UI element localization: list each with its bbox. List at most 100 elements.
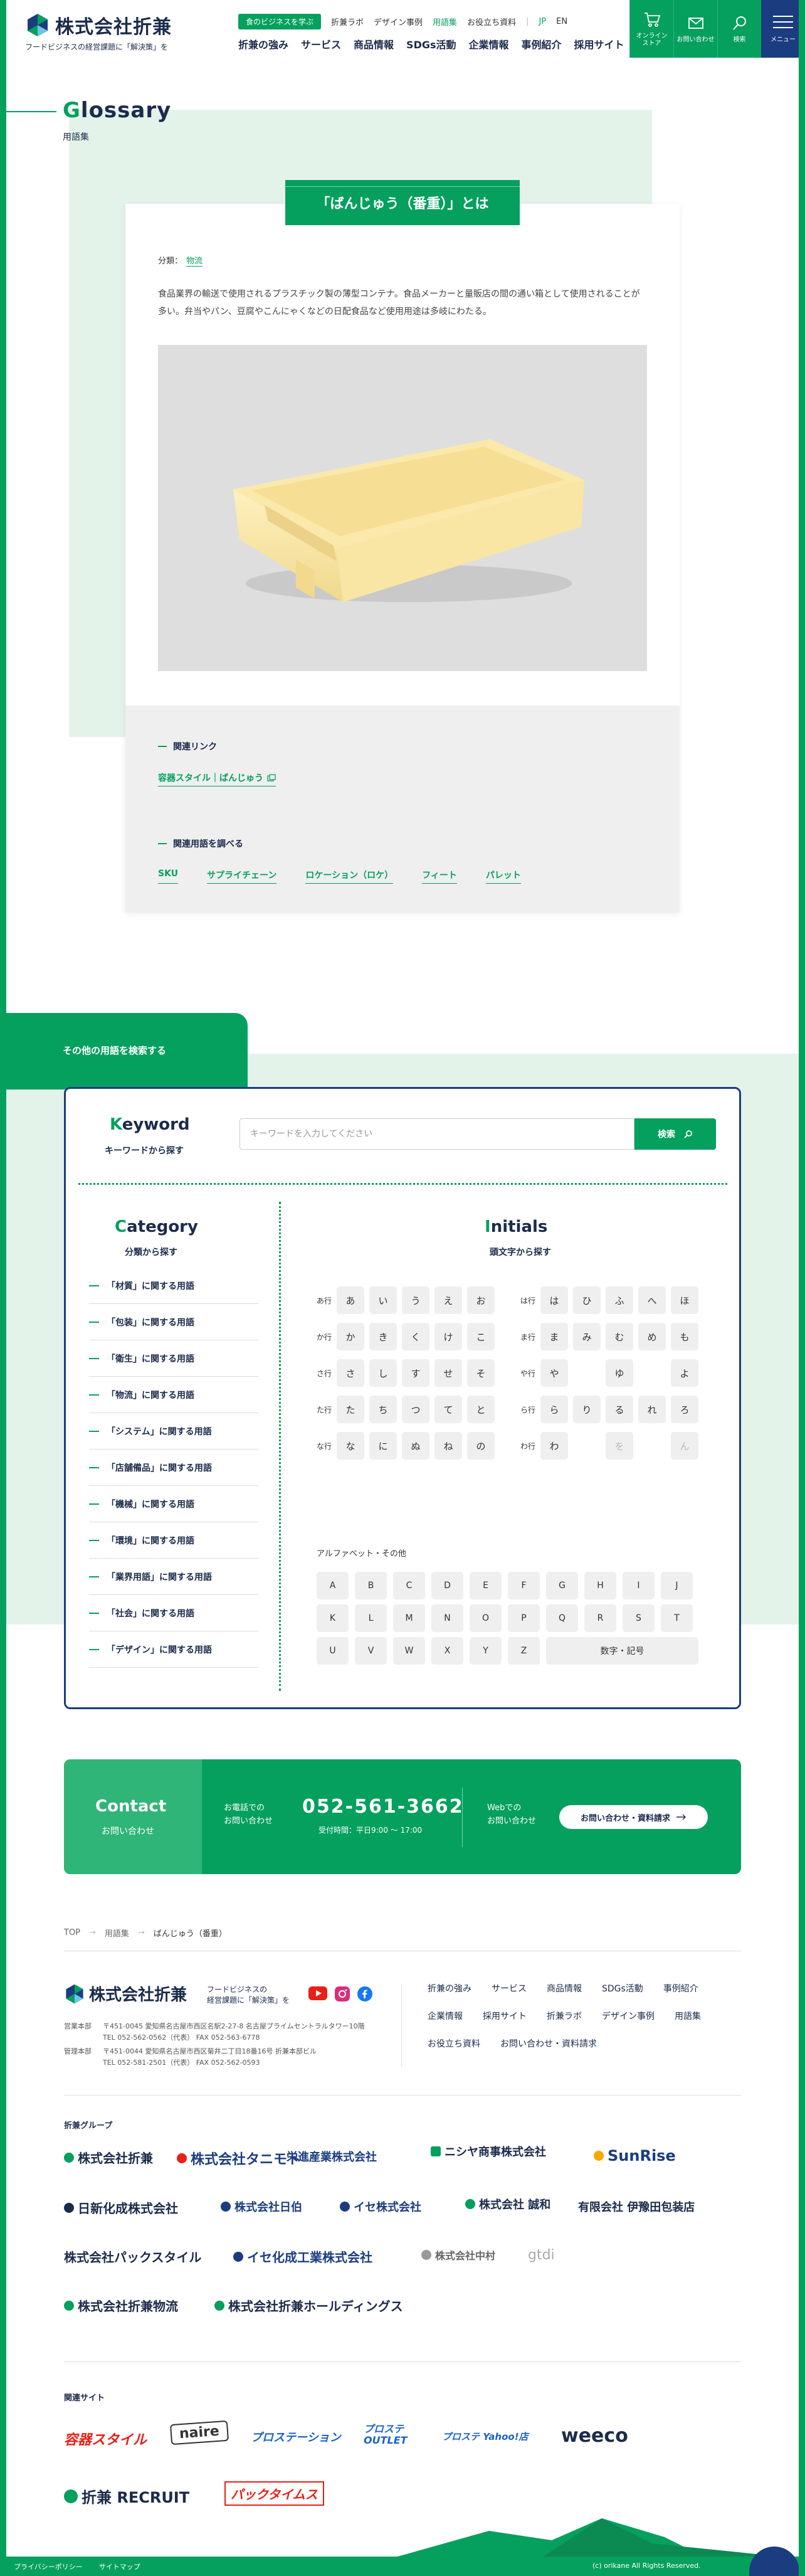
kana-button[interactable]: ゆ bbox=[606, 1359, 633, 1387]
kana-button[interactable]: な bbox=[337, 1432, 364, 1460]
top-link-lab[interactable]: 折兼ラボ bbox=[331, 16, 364, 28]
category-industry-terms[interactable]: 「業界用語」に関する用語 bbox=[89, 1559, 258, 1595]
kana-button[interactable]: め bbox=[638, 1323, 666, 1350]
kana-button[interactable]: け bbox=[434, 1323, 462, 1350]
related-term-location[interactable]: ロケーション（ロケ） bbox=[305, 869, 394, 884]
kana-button[interactable]: そ bbox=[467, 1359, 495, 1387]
site-logo-prostation[interactable]: プロステーション bbox=[251, 2429, 341, 2445]
alphabet-button[interactable]: N bbox=[431, 1604, 463, 1632]
kana-button[interactable]: ひ bbox=[573, 1286, 601, 1314]
related-term-pallet[interactable]: パレット bbox=[485, 869, 521, 884]
footer-nav-sdgs[interactable]: SDGs活動 bbox=[602, 1982, 643, 1995]
footer-nav-lab[interactable]: 折兼ラボ bbox=[547, 2010, 582, 2022]
group-logo-orikane-hd[interactable]: 株式会社折兼ホールディングス bbox=[214, 2296, 403, 2314]
site-logo-weeco[interactable]: weeco bbox=[561, 2425, 628, 2447]
group-logo-sunrise[interactable]: SunRise bbox=[594, 2147, 676, 2165]
footer-logo[interactable]: 株式会社折兼 bbox=[64, 1982, 187, 2005]
main-nav-service[interactable]: サービス bbox=[301, 36, 341, 51]
top-link-resources[interactable]: お役立ち資料 bbox=[467, 16, 516, 28]
alphabet-button[interactable]: H bbox=[584, 1572, 616, 1599]
group-logo-iyoda[interactable]: 有限会社 伊豫田包装店 bbox=[578, 2198, 695, 2215]
alphabet-button[interactable]: Q bbox=[546, 1604, 578, 1632]
footer-nav-resources[interactable]: お役立ち資料 bbox=[428, 2037, 480, 2050]
alphabet-button[interactable]: W bbox=[393, 1637, 425, 1665]
group-logo-gtdi[interactable]: gtdi bbox=[528, 2247, 555, 2263]
kana-button[interactable]: こ bbox=[467, 1323, 495, 1350]
site-logo-recruit[interactable]: 折兼 RECRUIT bbox=[64, 2485, 189, 2507]
group-logo-seiwa[interactable]: 株式会社 誠和 bbox=[465, 2196, 550, 2212]
lang-jp[interactable]: JP bbox=[539, 17, 546, 26]
kana-button[interactable]: つ bbox=[402, 1396, 429, 1423]
main-nav-products[interactable]: 商品情報 bbox=[354, 36, 394, 51]
main-nav-strengths[interactable]: 折兼の強み bbox=[238, 36, 288, 51]
kana-button[interactable]: へ bbox=[638, 1286, 666, 1314]
kana-button[interactable]: の bbox=[467, 1432, 495, 1460]
contact-icon-button[interactable]: お問い合わせ bbox=[673, 0, 717, 58]
kana-button[interactable]: ま bbox=[540, 1323, 568, 1350]
kana-button[interactable]: せ bbox=[434, 1359, 462, 1387]
kana-button[interactable]: か bbox=[337, 1323, 364, 1350]
group-logo-nippaku[interactable]: 株式会社日伯 bbox=[221, 2198, 302, 2215]
kana-button[interactable]: す bbox=[402, 1359, 429, 1387]
category-link[interactable]: 物流 bbox=[186, 257, 203, 267]
kana-button[interactable]: ほ bbox=[671, 1286, 698, 1314]
kana-button[interactable]: た bbox=[337, 1396, 364, 1423]
search-icon-button[interactable]: 検索 bbox=[717, 0, 761, 58]
alphabet-button[interactable]: X bbox=[431, 1637, 463, 1665]
kana-button[interactable]: い bbox=[369, 1286, 397, 1314]
alphabet-button[interactable]: B bbox=[355, 1572, 387, 1599]
alphabet-button[interactable]: E bbox=[470, 1572, 502, 1599]
kana-button[interactable]: ら bbox=[540, 1396, 568, 1423]
alphabet-button[interactable]: A bbox=[317, 1572, 349, 1599]
alphabet-button[interactable]: K bbox=[317, 1604, 349, 1632]
site-logo-naire[interactable]: naire bbox=[169, 2420, 229, 2446]
group-logo-orikane[interactable]: 株式会社折兼 bbox=[64, 2148, 153, 2166]
footer-nav-service[interactable]: サービス bbox=[492, 1982, 527, 1995]
kana-button[interactable]: ぬ bbox=[402, 1432, 429, 1460]
kana-button[interactable]: り bbox=[573, 1396, 601, 1423]
category-design[interactable]: 「デザイン」に関する用語 bbox=[89, 1631, 258, 1668]
alphabet-button[interactable]: U bbox=[317, 1637, 349, 1665]
main-nav-sdgs[interactable]: SDGs活動 bbox=[406, 36, 456, 51]
site-logo-proste-outlet[interactable]: プロステ OUTLET bbox=[364, 2424, 414, 2446]
kana-button[interactable]: て bbox=[434, 1396, 462, 1423]
alphabet-button[interactable]: R bbox=[584, 1604, 616, 1632]
breadcrumb-glossary[interactable]: 用語集 bbox=[105, 1927, 129, 1939]
kana-button[interactable]: や bbox=[540, 1359, 568, 1387]
kana-button[interactable]: う bbox=[402, 1286, 429, 1314]
alphabet-button[interactable]: I bbox=[623, 1572, 655, 1599]
online-store-button[interactable]: オンライン ストア bbox=[629, 0, 673, 58]
kana-button[interactable]: ろ bbox=[671, 1396, 698, 1423]
kana-button[interactable]: ふ bbox=[606, 1286, 633, 1314]
category-system[interactable]: 「システム」に関する用語 bbox=[89, 1413, 258, 1450]
alphabet-button[interactable]: Z bbox=[508, 1637, 540, 1665]
group-logo-nakamura[interactable]: 株式会社中村 bbox=[421, 2247, 495, 2262]
kana-button[interactable]: お bbox=[467, 1286, 495, 1314]
numbers-symbols-button[interactable]: 数字・記号 bbox=[546, 1637, 698, 1665]
alphabet-button[interactable]: C bbox=[393, 1572, 425, 1599]
keyword-input[interactable] bbox=[239, 1118, 634, 1150]
alphabet-button[interactable]: Y bbox=[470, 1637, 502, 1665]
sitemap-link[interactable]: サイトマップ bbox=[99, 2562, 140, 2572]
group-logo-nissin[interactable]: 日新化成株式会社 bbox=[64, 2198, 178, 2217]
kana-button[interactable]: く bbox=[402, 1323, 429, 1350]
kana-button[interactable]: る bbox=[606, 1396, 633, 1423]
learn-food-business-link[interactable]: 食のビジネスを学ぶ bbox=[238, 14, 322, 29]
site-logo-proste-yahoo[interactable]: プロステ Yahoo!店 bbox=[442, 2430, 529, 2443]
kana-button[interactable]: む bbox=[606, 1323, 633, 1350]
footer-nav-company[interactable]: 企業情報 bbox=[428, 2010, 463, 2022]
kana-button[interactable]: と bbox=[467, 1396, 495, 1423]
kana-button[interactable]: れ bbox=[638, 1396, 666, 1423]
related-term-sku[interactable]: SKU bbox=[158, 869, 179, 884]
alphabet-button[interactable]: L bbox=[355, 1604, 387, 1632]
related-link[interactable]: 容器スタイル｜ばんじゅう bbox=[158, 771, 276, 787]
main-nav-cases[interactable]: 事例紹介 bbox=[522, 36, 562, 51]
instagram-icon[interactable] bbox=[335, 1986, 350, 2001]
category-store-equipment[interactable]: 「店舗備品」に関する用語 bbox=[89, 1450, 258, 1486]
related-term-feet[interactable]: フィート bbox=[422, 869, 457, 884]
privacy-policy-link[interactable]: プライバシーポリシー bbox=[14, 2562, 83, 2572]
category-society[interactable]: 「社会」に関する用語 bbox=[89, 1595, 258, 1631]
kana-button[interactable]: ね bbox=[434, 1432, 462, 1460]
site-logo-pack-times[interactable]: パックタイムス bbox=[224, 2481, 324, 2506]
facebook-icon[interactable] bbox=[357, 1986, 372, 2001]
